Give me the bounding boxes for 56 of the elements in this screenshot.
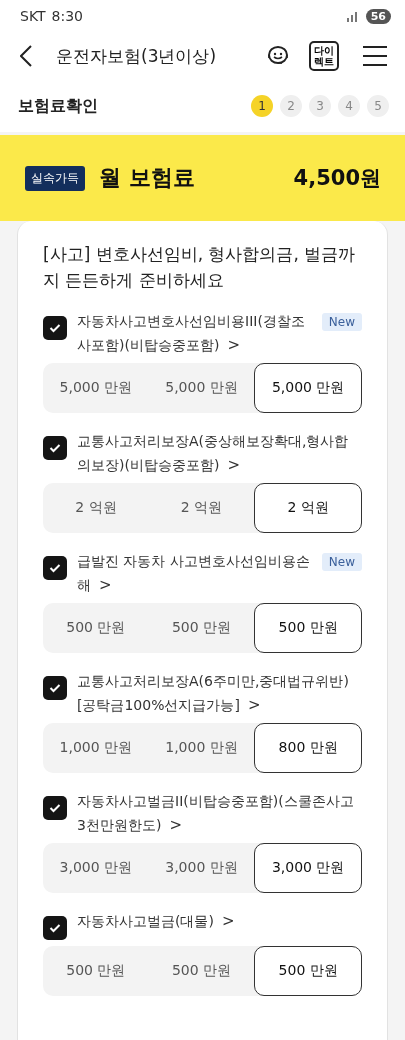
amount-option[interactable]: 2 억원 <box>254 483 362 533</box>
amount-option[interactable]: 500 만원 <box>254 946 362 996</box>
amount-option[interactable]: 3,000 만원 <box>43 843 149 893</box>
amount-option[interactable]: 1,000 만원 <box>43 723 149 773</box>
check-icon <box>49 443 61 453</box>
step-indicator: 4 <box>338 95 360 117</box>
amount-option[interactable]: 3,000 만원 <box>254 843 362 893</box>
clock-text: 8:30 <box>51 8 83 24</box>
section-title: [사고] 변호사선임비, 형사합의금, 벌금까지 든든하게 준비하세요 <box>43 243 357 292</box>
step-indicator: 1 <box>251 95 273 117</box>
direct-button[interactable]: 다이 렉트 <box>309 41 339 71</box>
checkbox[interactable] <box>43 916 67 940</box>
menu-icon[interactable] <box>363 46 387 66</box>
signal-icon <box>345 10 360 22</box>
coverage-title[interactable]: 교통사고처리보장A(6주미만,중대법규위반)[공탁금100%선지급가능] > <box>77 669 362 717</box>
new-badge: New <box>321 553 362 571</box>
amount-option[interactable]: 1,000 만원 <box>148 723 255 773</box>
checkbox[interactable] <box>43 316 67 340</box>
check-icon <box>49 683 61 693</box>
new-badge: New <box>321 313 362 331</box>
step-indicator: 2 <box>280 95 302 117</box>
coverage-title[interactable]: 자동차사고벌금II(비탑승중포함)(스쿨존사고3천만원한도) > <box>77 789 362 837</box>
coverage-title[interactable]: 자동차사고벌금(대물) > <box>77 909 362 933</box>
premium-amount: 4,500원 <box>293 165 381 192</box>
check-icon <box>49 323 61 333</box>
back-button[interactable] <box>20 45 32 67</box>
amount-option[interactable]: 2 억원 <box>43 483 149 533</box>
check-icon <box>49 803 61 813</box>
amount-option[interactable]: 800 만원 <box>254 723 362 773</box>
checkbox[interactable] <box>43 676 67 700</box>
amount-option[interactable]: 500 만원 <box>148 946 255 996</box>
amount-option[interactable]: 2 억원 <box>148 483 255 533</box>
amount-option[interactable]: 500 만원 <box>43 946 149 996</box>
amount-option[interactable]: 5,000 만원 <box>254 363 362 413</box>
checkbox[interactable] <box>43 796 67 820</box>
coverage-title[interactable]: 자동차사고변호사선임비용III(경찰조사포함)(비탑승중포함) > <box>77 309 312 357</box>
checkbox[interactable] <box>43 556 67 580</box>
page-title: 운전자보험(3년이상) <box>56 44 218 68</box>
coverage-title[interactable]: 급발진 자동차 사고변호사선임비용손해 > <box>77 549 312 597</box>
battery-indicator: 56 <box>365 8 391 24</box>
amount-option[interactable]: 500 만원 <box>254 603 362 653</box>
amount-option[interactable]: 5,000 만원 <box>43 363 149 413</box>
carrier-text: SKT <box>20 8 46 24</box>
premium-label: 월 보험료 <box>99 164 196 192</box>
amount-option[interactable]: 500 만원 <box>148 603 255 653</box>
step-indicator: 5 <box>367 95 389 117</box>
coverage-title[interactable]: 교통사고처리보장A(중상해보장확대,형사합의보장)(비탑승중포함) > <box>77 429 362 477</box>
step-indicator: 3 <box>309 95 331 117</box>
check-icon <box>49 923 61 933</box>
plan-badge: 실속가득 <box>25 165 85 191</box>
checkbox[interactable] <box>43 436 67 460</box>
step-title: 보험료확인 <box>18 95 99 117</box>
amount-option[interactable]: 5,000 만원 <box>148 363 255 413</box>
amount-option[interactable]: 3,000 만원 <box>148 843 255 893</box>
check-icon <box>49 563 61 573</box>
amount-option[interactable]: 500 만원 <box>43 603 149 653</box>
